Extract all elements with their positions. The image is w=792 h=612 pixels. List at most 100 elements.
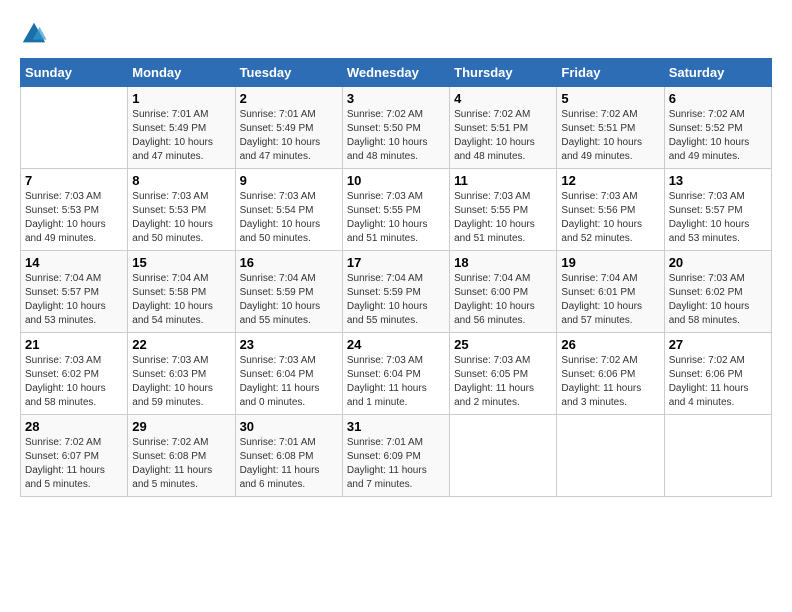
day-number: 14 — [25, 255, 123, 270]
day-header-friday: Friday — [557, 59, 664, 87]
day-info: Sunrise: 7:02 AM Sunset: 5:50 PM Dayligh… — [347, 108, 445, 164]
day-info: Sunrise: 7:04 AM Sunset: 5:57 PM Dayligh… — [25, 272, 123, 328]
daylight-label: Daylight: 10 hours and 50 minutes. — [240, 219, 321, 244]
sunset-label: Sunset: 5:58 PM — [132, 287, 206, 298]
daylight-label: Daylight: 10 hours and 51 minutes. — [454, 219, 535, 244]
calendar-cell: 19 Sunrise: 7:04 AM Sunset: 6:01 PM Dayl… — [557, 251, 664, 333]
sunrise-label: Sunrise: 7:03 AM — [240, 191, 316, 202]
sunrise-label: Sunrise: 7:04 AM — [561, 273, 637, 284]
sunrise-label: Sunrise: 7:03 AM — [454, 191, 530, 202]
sunrise-label: Sunrise: 7:04 AM — [25, 273, 101, 284]
day-info: Sunrise: 7:02 AM Sunset: 6:06 PM Dayligh… — [669, 354, 767, 410]
sunrise-label: Sunrise: 7:04 AM — [347, 273, 423, 284]
calendar-cell: 18 Sunrise: 7:04 AM Sunset: 6:00 PM Dayl… — [450, 251, 557, 333]
day-info: Sunrise: 7:04 AM Sunset: 5:59 PM Dayligh… — [240, 272, 338, 328]
daylight-label: Daylight: 10 hours and 58 minutes. — [669, 301, 750, 326]
sunrise-label: Sunrise: 7:02 AM — [132, 437, 208, 448]
day-info: Sunrise: 7:03 AM Sunset: 6:05 PM Dayligh… — [454, 354, 552, 410]
calendar-cell — [450, 415, 557, 497]
sunset-label: Sunset: 5:59 PM — [347, 287, 421, 298]
day-number: 31 — [347, 419, 445, 434]
calendar-week-row: 14 Sunrise: 7:04 AM Sunset: 5:57 PM Dayl… — [21, 251, 772, 333]
daylight-label: Daylight: 10 hours and 49 minutes. — [669, 137, 750, 162]
calendar-cell: 17 Sunrise: 7:04 AM Sunset: 5:59 PM Dayl… — [342, 251, 449, 333]
day-number: 2 — [240, 91, 338, 106]
sunset-label: Sunset: 6:08 PM — [132, 451, 206, 462]
day-info: Sunrise: 7:02 AM Sunset: 6:06 PM Dayligh… — [561, 354, 659, 410]
sunrise-label: Sunrise: 7:02 AM — [347, 109, 423, 120]
daylight-label: Daylight: 10 hours and 55 minutes. — [240, 301, 321, 326]
day-info: Sunrise: 7:02 AM Sunset: 5:51 PM Dayligh… — [454, 108, 552, 164]
sunrise-label: Sunrise: 7:02 AM — [669, 109, 745, 120]
calendar-week-row: 7 Sunrise: 7:03 AM Sunset: 5:53 PM Dayli… — [21, 169, 772, 251]
calendar-cell — [557, 415, 664, 497]
sunrise-label: Sunrise: 7:02 AM — [25, 437, 101, 448]
daylight-label: Daylight: 10 hours and 50 minutes. — [132, 219, 213, 244]
day-header-monday: Monday — [128, 59, 235, 87]
sunrise-label: Sunrise: 7:02 AM — [454, 109, 530, 120]
day-info: Sunrise: 7:02 AM Sunset: 5:51 PM Dayligh… — [561, 108, 659, 164]
day-info: Sunrise: 7:03 AM Sunset: 5:54 PM Dayligh… — [240, 190, 338, 246]
daylight-label: Daylight: 10 hours and 52 minutes. — [561, 219, 642, 244]
daylight-label: Daylight: 10 hours and 47 minutes. — [132, 137, 213, 162]
day-number: 17 — [347, 255, 445, 270]
day-header-wednesday: Wednesday — [342, 59, 449, 87]
calendar-cell: 22 Sunrise: 7:03 AM Sunset: 6:03 PM Dayl… — [128, 333, 235, 415]
sunset-label: Sunset: 5:49 PM — [132, 123, 206, 134]
daylight-label: Daylight: 11 hours and 0 minutes. — [240, 383, 320, 408]
day-header-saturday: Saturday — [664, 59, 771, 87]
calendar-cell: 27 Sunrise: 7:02 AM Sunset: 6:06 PM Dayl… — [664, 333, 771, 415]
day-number: 5 — [561, 91, 659, 106]
sunrise-label: Sunrise: 7:01 AM — [240, 109, 316, 120]
sunset-label: Sunset: 5:51 PM — [561, 123, 635, 134]
day-info: Sunrise: 7:02 AM Sunset: 6:08 PM Dayligh… — [132, 436, 230, 492]
calendar-cell: 12 Sunrise: 7:03 AM Sunset: 5:56 PM Dayl… — [557, 169, 664, 251]
day-number: 22 — [132, 337, 230, 352]
day-info: Sunrise: 7:03 AM Sunset: 5:53 PM Dayligh… — [132, 190, 230, 246]
daylight-label: Daylight: 10 hours and 58 minutes. — [25, 383, 106, 408]
daylight-label: Daylight: 10 hours and 49 minutes. — [25, 219, 106, 244]
day-number: 3 — [347, 91, 445, 106]
calendar-cell: 9 Sunrise: 7:03 AM Sunset: 5:54 PM Dayli… — [235, 169, 342, 251]
day-info: Sunrise: 7:03 AM Sunset: 6:04 PM Dayligh… — [347, 354, 445, 410]
day-header-tuesday: Tuesday — [235, 59, 342, 87]
day-number: 21 — [25, 337, 123, 352]
daylight-label: Daylight: 10 hours and 51 minutes. — [347, 219, 428, 244]
sunrise-label: Sunrise: 7:04 AM — [240, 273, 316, 284]
day-number: 27 — [669, 337, 767, 352]
calendar-cell: 4 Sunrise: 7:02 AM Sunset: 5:51 PM Dayli… — [450, 87, 557, 169]
sunrise-label: Sunrise: 7:02 AM — [561, 355, 637, 366]
day-info: Sunrise: 7:01 AM Sunset: 6:09 PM Dayligh… — [347, 436, 445, 492]
day-info: Sunrise: 7:04 AM Sunset: 6:00 PM Dayligh… — [454, 272, 552, 328]
sunset-label: Sunset: 5:55 PM — [454, 205, 528, 216]
day-info: Sunrise: 7:03 AM Sunset: 6:04 PM Dayligh… — [240, 354, 338, 410]
day-number: 25 — [454, 337, 552, 352]
sunset-label: Sunset: 5:57 PM — [669, 205, 743, 216]
calendar-cell: 21 Sunrise: 7:03 AM Sunset: 6:02 PM Dayl… — [21, 333, 128, 415]
calendar-cell: 28 Sunrise: 7:02 AM Sunset: 6:07 PM Dayl… — [21, 415, 128, 497]
calendar-cell: 26 Sunrise: 7:02 AM Sunset: 6:06 PM Dayl… — [557, 333, 664, 415]
sunrise-label: Sunrise: 7:03 AM — [347, 355, 423, 366]
day-info: Sunrise: 7:02 AM Sunset: 5:52 PM Dayligh… — [669, 108, 767, 164]
calendar-cell: 1 Sunrise: 7:01 AM Sunset: 5:49 PM Dayli… — [128, 87, 235, 169]
day-number: 26 — [561, 337, 659, 352]
day-number: 16 — [240, 255, 338, 270]
daylight-label: Daylight: 11 hours and 2 minutes. — [454, 383, 534, 408]
calendar-cell: 31 Sunrise: 7:01 AM Sunset: 6:09 PM Dayl… — [342, 415, 449, 497]
logo — [20, 20, 52, 48]
calendar-cell: 16 Sunrise: 7:04 AM Sunset: 5:59 PM Dayl… — [235, 251, 342, 333]
day-number: 12 — [561, 173, 659, 188]
day-info: Sunrise: 7:04 AM Sunset: 5:58 PM Dayligh… — [132, 272, 230, 328]
logo-icon — [20, 20, 48, 48]
sunset-label: Sunset: 6:02 PM — [669, 287, 743, 298]
calendar-cell: 25 Sunrise: 7:03 AM Sunset: 6:05 PM Dayl… — [450, 333, 557, 415]
day-number: 9 — [240, 173, 338, 188]
day-header-sunday: Sunday — [21, 59, 128, 87]
sunset-label: Sunset: 5:49 PM — [240, 123, 314, 134]
sunset-label: Sunset: 6:06 PM — [669, 369, 743, 380]
sunset-label: Sunset: 6:04 PM — [240, 369, 314, 380]
sunrise-label: Sunrise: 7:01 AM — [347, 437, 423, 448]
day-number: 6 — [669, 91, 767, 106]
calendar-cell: 14 Sunrise: 7:04 AM Sunset: 5:57 PM Dayl… — [21, 251, 128, 333]
sunrise-label: Sunrise: 7:03 AM — [669, 273, 745, 284]
